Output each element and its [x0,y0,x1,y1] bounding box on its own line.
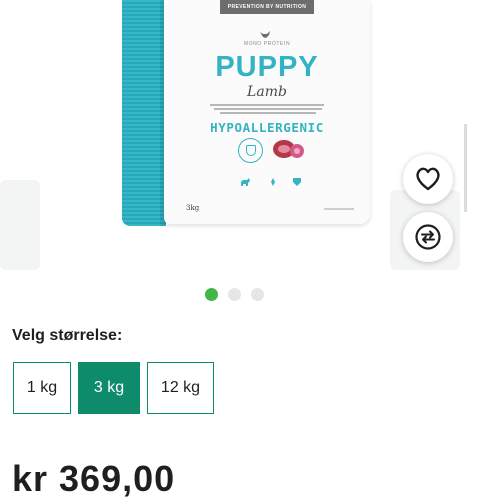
product-price: kr 369,00 [12,458,176,499]
bag-flavor: Lamb [247,84,287,100]
favorite-button[interactable] [403,154,453,204]
carousel-dots [205,288,264,301]
bag-fine-print [324,208,354,210]
carousel-dot[interactable] [228,288,241,301]
size-option-3kg[interactable]: 3 kg [78,362,140,414]
bag-fine-print [220,112,316,114]
shield-small-icon [293,178,301,186]
heart-icon [416,167,440,191]
size-option-12kg[interactable]: 12 kg [147,362,214,414]
product-image-gallery[interactable]: PREVENTION BY NUTRITION MONO PROTEIN PUP… [0,0,480,282]
carousel-dot[interactable] [251,288,264,301]
dog-icon [241,178,250,186]
meat-icon [273,140,304,158]
carousel-dot[interactable] [205,288,218,301]
shield-badge-icon [238,138,263,163]
product-image: PREVENTION BY NUTRITION MONO PROTEIN PUP… [122,0,372,226]
bag-front: PREVENTION BY NUTRITION MONO PROTEIN PUP… [164,0,370,224]
bag-fine-print [210,104,324,106]
bag-hypoallergenic: HYPOALLERGENIC [210,120,324,135]
bag-brand-line: MONO PROTEIN [243,41,291,47]
background-shadow [0,180,40,270]
bag-gusset [122,0,166,226]
bag-banner: PREVENTION BY NUTRITION [220,0,314,14]
size-option-1kg[interactable]: 1 kg [13,362,71,414]
gallery-edge [464,124,467,212]
fox-logo-icon [260,31,270,38]
bag-weight: 3kg [186,204,200,212]
bag-fine-print [214,108,322,110]
size-selector-label: Velg størrelse: [12,327,123,344]
leaf-icon [271,178,275,186]
compare-arrows-icon [415,224,441,250]
compare-button[interactable] [403,212,453,262]
bag-title: PUPPY [215,51,319,83]
